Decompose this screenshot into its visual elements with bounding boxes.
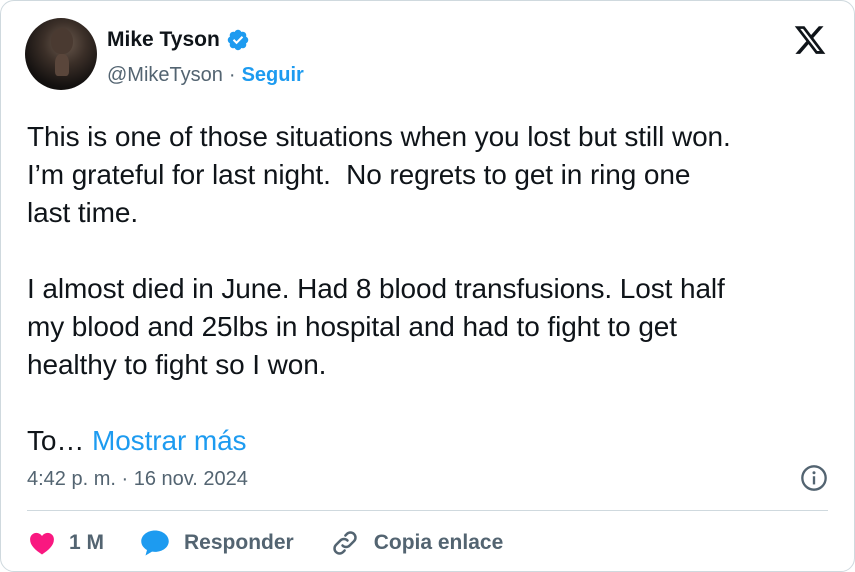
tweet-paragraph-1: This is one of those situations when you… (27, 121, 731, 228)
tweet-text: This is one of those situations when you… (27, 118, 837, 460)
avatar-head (51, 28, 73, 54)
avatar[interactable] (25, 18, 97, 90)
follow-button[interactable]: Seguir (242, 64, 304, 87)
tweet-timestamp[interactable]: 4:42 p. m. · 16 nov. 2024 (27, 468, 248, 491)
tweet-card: Mike Tyson @MikeTyson · Seguir This is o… (0, 0, 855, 572)
author-handle[interactable]: @MikeTyson (107, 64, 223, 87)
avatar-hands (55, 54, 69, 76)
author-name-row: Mike Tyson (107, 28, 250, 52)
verified-badge-icon (227, 29, 249, 51)
info-icon[interactable] (800, 464, 828, 492)
divider (27, 510, 828, 511)
handle-separator: · (228, 64, 236, 86)
link-icon (333, 531, 357, 555)
reply-button[interactable]: Responder (140, 529, 294, 557)
show-more-link[interactable]: Mostrar más (92, 425, 247, 456)
author-handle-row: @MikeTyson · Seguir (107, 64, 304, 87)
x-logo-icon[interactable] (792, 23, 828, 57)
copy-link-label: Copia enlace (373, 531, 504, 554)
tweet-truncated-text: To… (27, 425, 85, 456)
like-button[interactable]: 1 M (29, 531, 104, 555)
like-count: 1 M (69, 531, 105, 554)
reply-bubble-icon (141, 530, 169, 556)
reply-label: Responder (184, 531, 294, 554)
tweet-paragraph-2: I almost died in June. Had 8 blood trans… (27, 273, 725, 380)
action-bar: 1 M Responder Copia enlace (29, 528, 539, 558)
author-name[interactable]: Mike Tyson (107, 28, 220, 52)
heart-icon (30, 532, 54, 555)
copy-link-button[interactable]: Copia enlace (330, 528, 504, 558)
tweet-truncated-line: To… Mostrar más (27, 422, 837, 460)
